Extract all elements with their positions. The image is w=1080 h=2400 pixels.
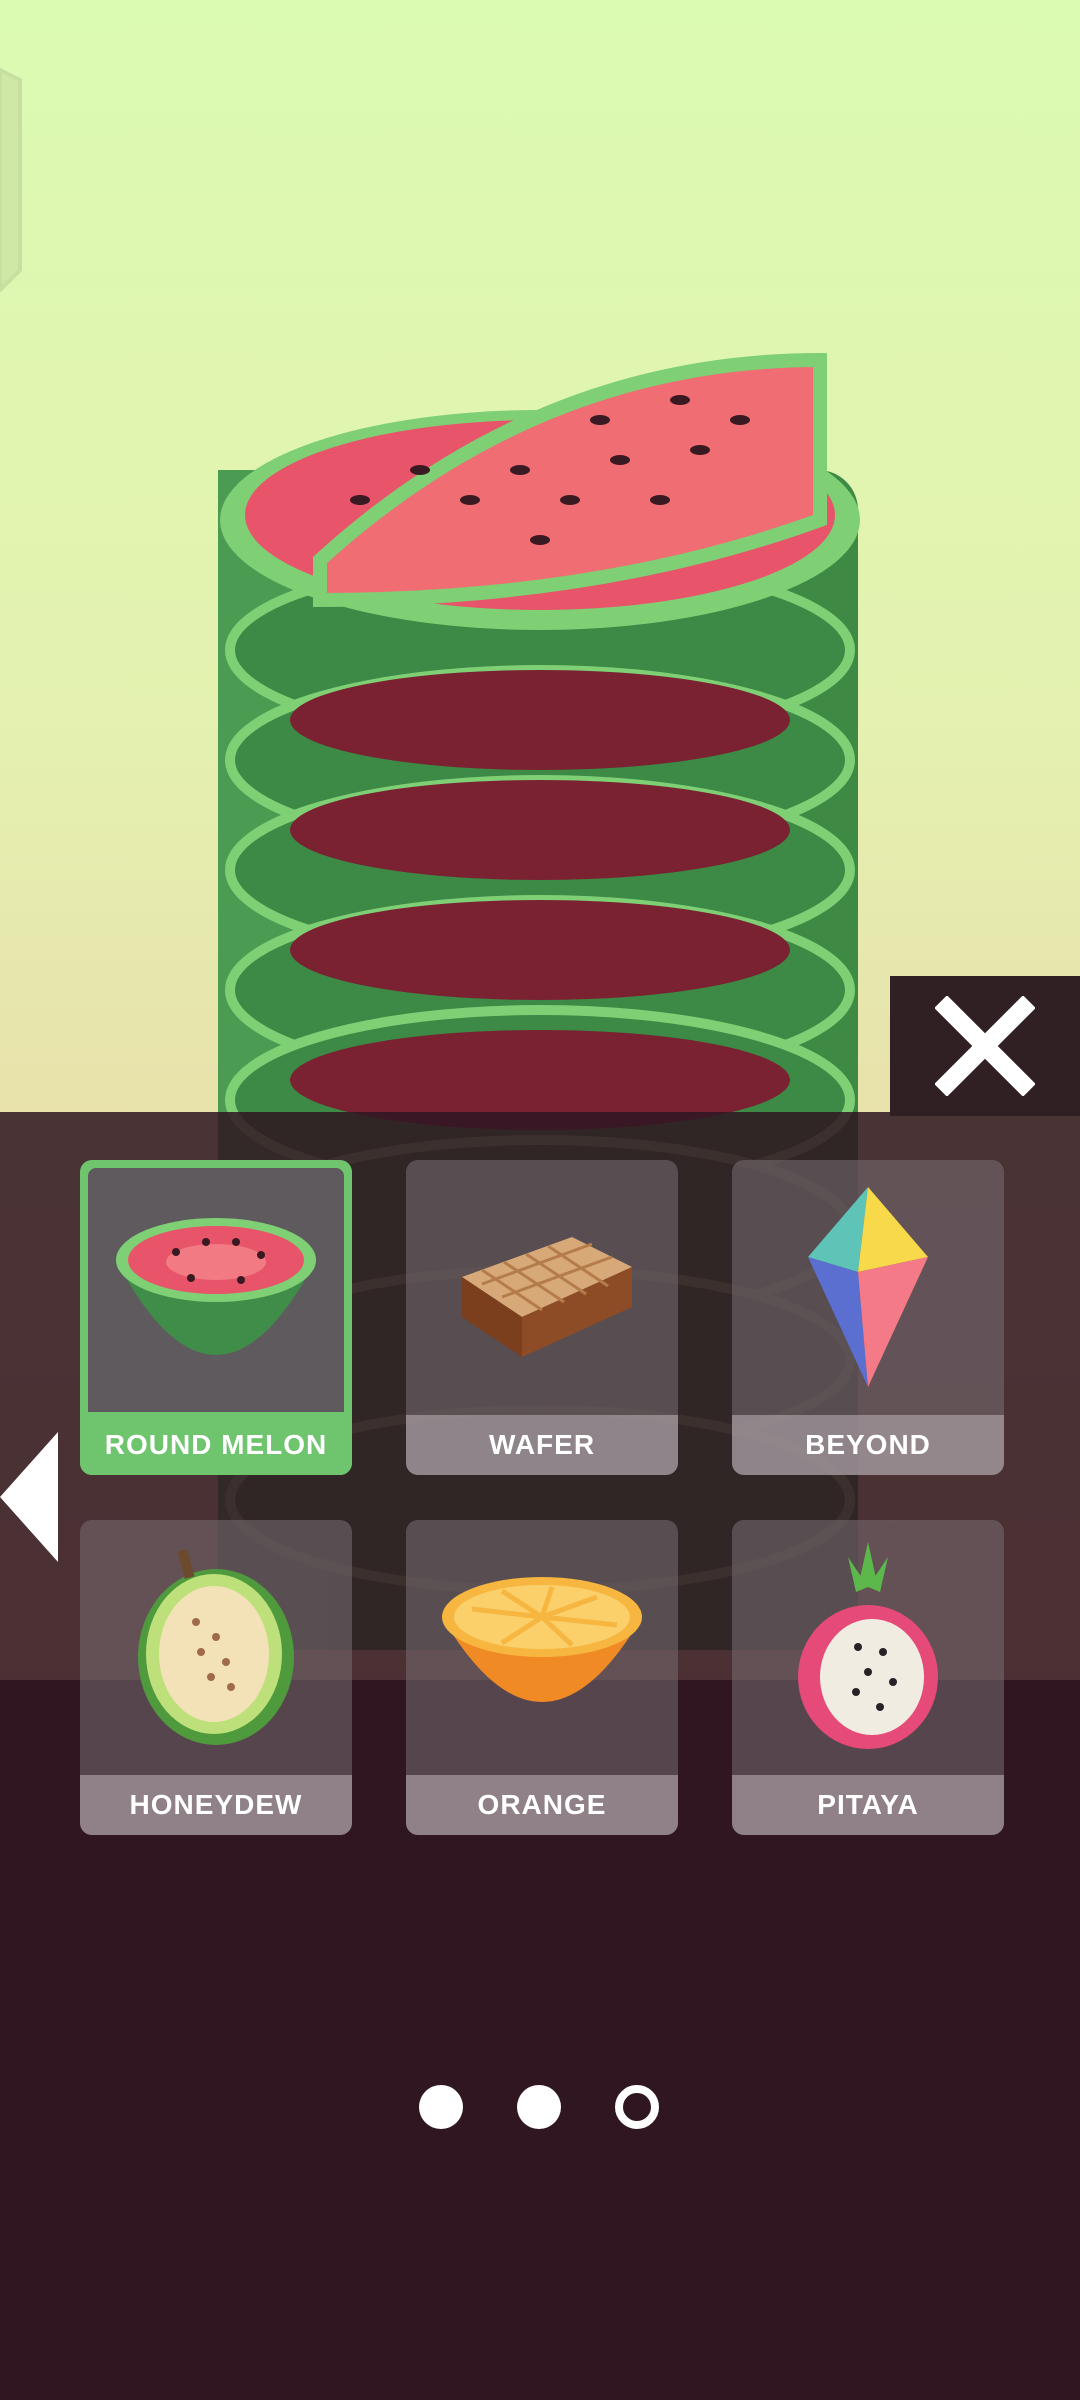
honeydew-icon (80, 1520, 352, 1774)
skin-card-wafer[interactable]: WAFER (406, 1160, 678, 1475)
skin-label: HONEYDEW (80, 1775, 352, 1835)
round-melon-icon (88, 1168, 344, 1412)
previous-page-arrow-icon[interactable] (0, 1432, 60, 1562)
skin-label: BEYOND (732, 1415, 1004, 1475)
beyond-crystal-icon (732, 1160, 1004, 1414)
skin-card-orange[interactable]: ORANGE (406, 1520, 678, 1835)
skin-label: ROUND MELON (80, 1415, 352, 1475)
skin-label: WAFER (406, 1415, 678, 1475)
skin-card-beyond[interactable]: BEYOND (732, 1160, 1004, 1475)
close-button[interactable] (890, 976, 1080, 1116)
page-indicator (0, 2085, 1080, 2135)
page-dot-1[interactable] (419, 2085, 463, 2129)
skin-card-round-melon[interactable]: ROUND MELON (80, 1160, 352, 1475)
skin-card-honeydew[interactable]: HONEYDEW (80, 1520, 352, 1835)
skin-label: ORANGE (406, 1775, 678, 1835)
close-icon (935, 996, 1035, 1096)
wafer-icon (406, 1160, 678, 1414)
pitaya-icon (732, 1520, 1004, 1774)
orange-icon (406, 1520, 678, 1774)
page-dot-3-current[interactable] (615, 2085, 659, 2129)
skin-label: PITAYA (732, 1775, 1004, 1835)
skin-card-pitaya[interactable]: PITAYA (732, 1520, 1004, 1835)
page-dot-2[interactable] (517, 2085, 561, 2129)
